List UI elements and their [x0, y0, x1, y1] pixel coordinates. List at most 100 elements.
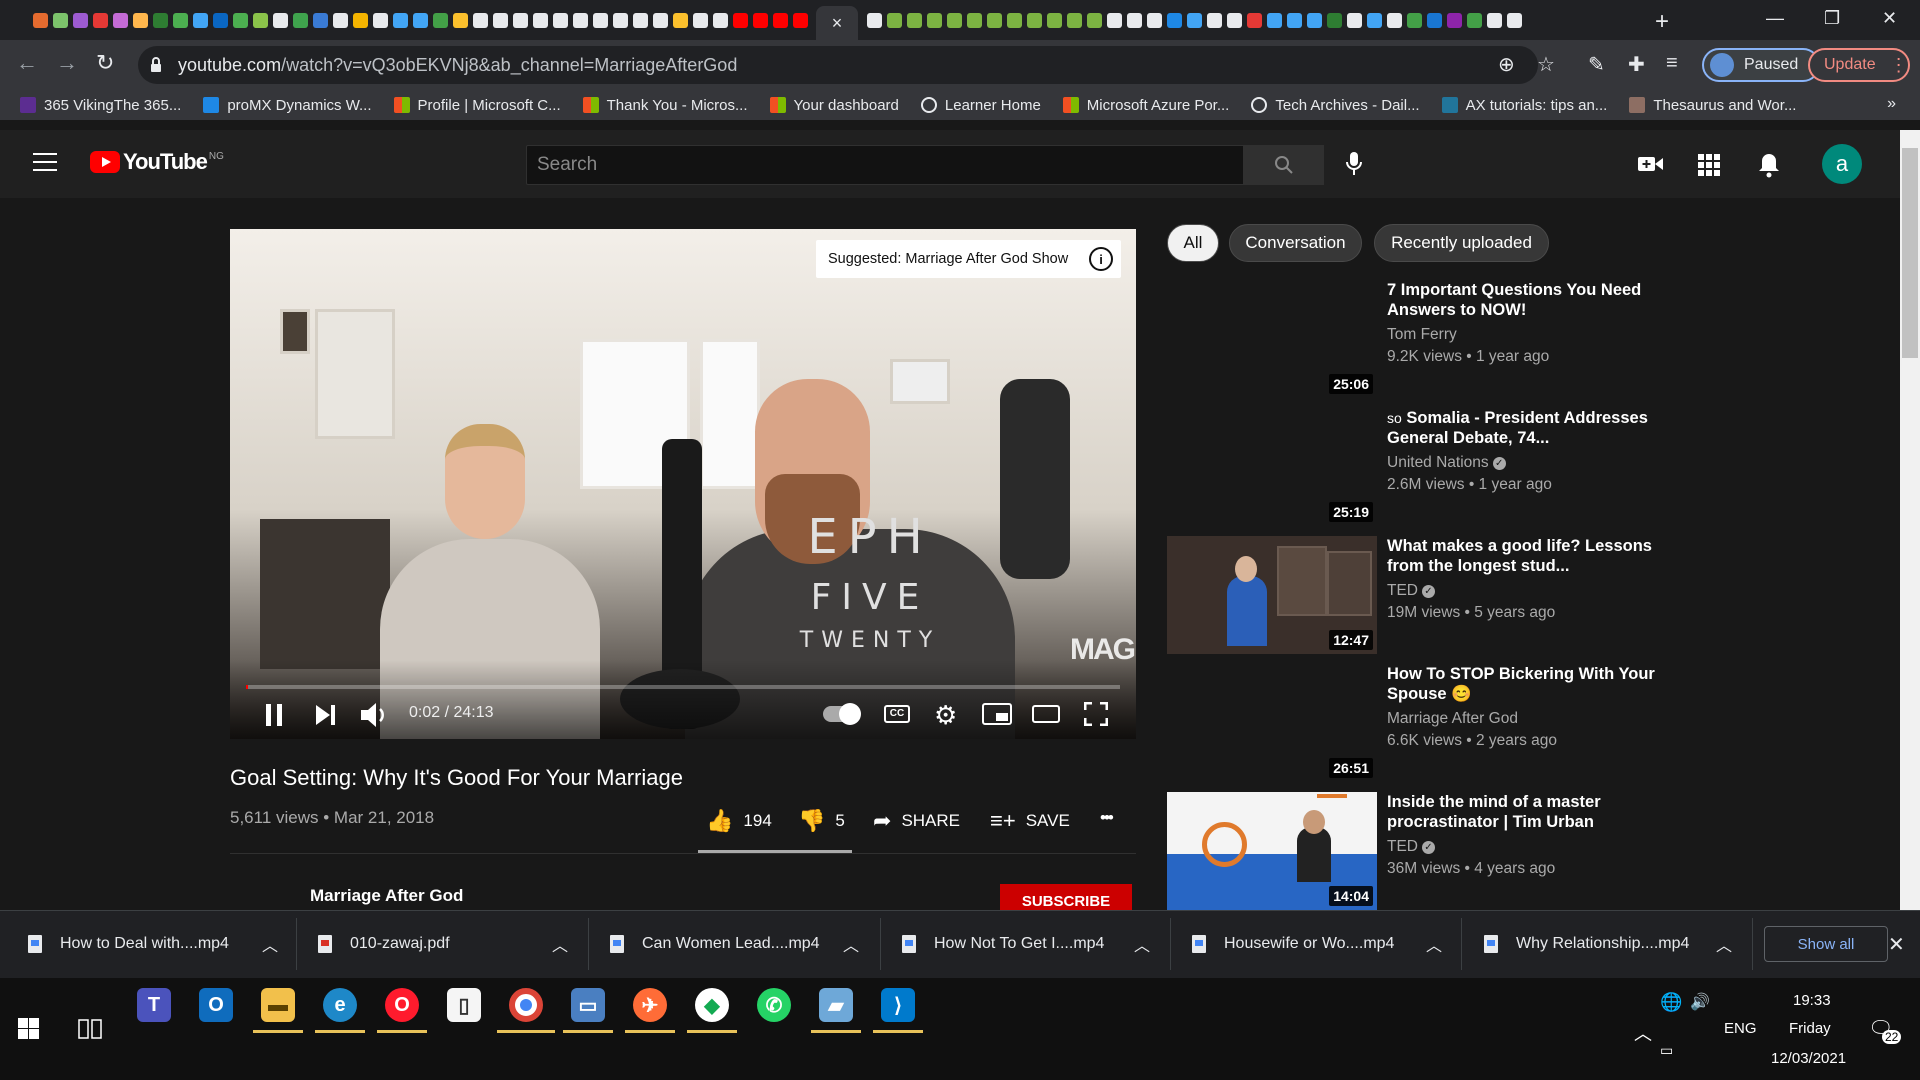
tab-favicon-icon[interactable] [1366, 12, 1382, 28]
tab-favicon-icon[interactable] [1326, 12, 1342, 28]
scrollbar-thumb[interactable] [1902, 148, 1918, 358]
video-thumbnail[interactable]: 25:06 [1167, 280, 1377, 398]
tab-favicon-icon[interactable] [192, 12, 208, 28]
download-options-button[interactable]: ︿ [1716, 910, 1732, 978]
close-downloads-icon[interactable]: ✕ [1888, 932, 1905, 957]
opera-icon[interactable]: O [385, 988, 419, 1022]
extensions-icon[interactable]: ✚ [1628, 52, 1645, 77]
chip-recently-uploaded[interactable]: Recently uploaded [1374, 224, 1549, 262]
minimize-button[interactable]: — [1766, 8, 1784, 29]
tab-favicon-icon[interactable] [1066, 12, 1082, 28]
download-item[interactable]: Why Relationship....mp4 [1484, 910, 1689, 978]
search-button[interactable] [1244, 145, 1324, 185]
apps-grid-icon[interactable] [1698, 154, 1720, 176]
add-page-icon[interactable]: ⊕ [1498, 52, 1515, 77]
recommendation-channel[interactable]: Marriage After God [1387, 710, 1518, 728]
tray-overflow-chevron-icon[interactable]: ︿ [1634, 1020, 1652, 1046]
reading-list-icon[interactable]: ≡ [1666, 52, 1678, 75]
tab-favicon-icon[interactable] [1386, 12, 1402, 28]
save-button[interactable]: ≡+ SAVE [990, 808, 1070, 834]
remote-desktop-icon[interactable]: ▭ [571, 988, 605, 1022]
download-item[interactable]: How Not To Get I....mp4 [902, 910, 1104, 978]
recommendation-title[interactable]: 7 Important Questions You Need Answers t… [1387, 280, 1657, 320]
recommendation-item[interactable]: 14:04 Inside the mind of a master procra… [1167, 792, 1667, 910]
tab-favicon-icon[interactable] [392, 12, 408, 28]
tab-favicon-icon[interactable] [866, 12, 882, 28]
tab-favicon-icon[interactable] [52, 12, 68, 28]
tab-favicon-icon[interactable] [1186, 12, 1202, 28]
tab-favicon-icon[interactable] [452, 12, 468, 28]
tab-favicon-icon[interactable] [1106, 12, 1122, 28]
tab-favicon-icon[interactable] [966, 12, 982, 28]
recommendation-item[interactable]: 25:06 7 Important Questions You Need Ans… [1167, 280, 1667, 398]
chip-conversation[interactable]: Conversation [1229, 224, 1362, 262]
tab-favicon-icon[interactable] [132, 12, 148, 28]
channel-name[interactable]: Marriage After God [310, 886, 463, 906]
download-options-button[interactable]: ︿ [1426, 910, 1442, 978]
tab-favicon-icon[interactable] [1166, 12, 1182, 28]
tab-favicon-icon[interactable] [772, 12, 788, 28]
edge-icon[interactable]: e [323, 988, 357, 1022]
tab-favicon-icon[interactable] [332, 12, 348, 28]
tab-favicon-icon[interactable] [1426, 12, 1442, 28]
tab-favicon-icon[interactable] [172, 12, 188, 28]
tab-favicon-icon[interactable] [1006, 12, 1022, 28]
download-item[interactable]: Housewife or Wo....mp4 [1192, 910, 1394, 978]
notepad-icon[interactable]: ▯ [447, 988, 481, 1022]
download-options-button[interactable]: ︿ [552, 910, 568, 978]
subscribe-button[interactable]: SUBSCRIBE [1000, 884, 1132, 910]
url-text[interactable]: youtube.com/watch?v=vQ3obEKVNj8&ab_chann… [178, 55, 737, 76]
download-item[interactable]: 010-zawaj.pdf [318, 910, 450, 978]
tab-favicon-icon[interactable] [986, 12, 1002, 28]
bookmark-item[interactable]: Tech Archives - Dail... [1251, 97, 1420, 114]
reload-icon[interactable]: ↻ [96, 50, 114, 76]
profile-paused-button[interactable]: Paused [1702, 48, 1820, 82]
tab-favicon-icon[interactable] [532, 12, 548, 28]
download-options-button[interactable]: ︿ [843, 910, 859, 978]
bookmark-item[interactable]: Profile | Microsoft C... [393, 97, 561, 114]
lock-icon[interactable] [150, 57, 162, 73]
pause-icon[interactable] [264, 704, 284, 726]
whatsapp-icon[interactable]: ✆ [757, 988, 791, 1022]
dislike-button[interactable]: 👎 5 [798, 808, 845, 834]
tab-favicon-icon[interactable] [752, 12, 768, 28]
tab-favicon-icon[interactable] [1446, 12, 1462, 28]
tab-favicon-icon[interactable] [612, 12, 628, 28]
volume-icon[interactable] [361, 702, 389, 728]
tab-favicon-icon[interactable] [512, 12, 528, 28]
bookmark-item[interactable]: Thesaurus and Wor... [1629, 97, 1796, 114]
tab-favicon-icon[interactable] [1466, 12, 1482, 28]
tab-favicon-icon[interactable] [1306, 12, 1322, 28]
forward-arrow-icon[interactable]: → [56, 50, 78, 76]
tab-favicon-icon[interactable] [592, 12, 608, 28]
tab-favicon-icon[interactable] [92, 12, 108, 28]
tab-favicon-icon[interactable] [1046, 12, 1062, 28]
tab-favicon-icon[interactable] [692, 12, 708, 28]
tab-favicon-icon[interactable] [32, 12, 48, 28]
tab-favicon-icon[interactable] [1246, 12, 1262, 28]
menu-hamburger-icon[interactable] [33, 153, 57, 171]
tab-favicon-icon[interactable] [352, 12, 368, 28]
outlook-icon[interactable]: O [199, 988, 233, 1022]
recommendation-channel[interactable]: United Nations ✓ [1387, 454, 1506, 472]
microphone-icon[interactable] [1345, 151, 1363, 177]
tab-favicon-icon[interactable] [792, 12, 808, 28]
recommendation-item[interactable]: 25:19 so Somalia - President Addresses G… [1167, 408, 1667, 526]
search-input[interactable] [527, 146, 1243, 184]
close-window-button[interactable]: ✕ [1882, 8, 1897, 29]
bookmark-item[interactable]: Learner Home [920, 97, 1041, 114]
tab-favicon-icon[interactable] [112, 12, 128, 28]
tab-favicon-icon[interactable] [1286, 12, 1302, 28]
bookmark-item[interactable]: 365 VikingThe 365... [20, 97, 181, 114]
azure-data-studio-icon[interactable]: ▰ [819, 988, 853, 1022]
tab-favicon-icon[interactable] [472, 12, 488, 28]
tab-favicon-icon[interactable] [1406, 12, 1422, 28]
recommendation-item[interactable]: 12:47 What makes a good life? Lessons fr… [1167, 536, 1667, 654]
share-button[interactable]: ➦ SHARE [873, 808, 960, 834]
tab-favicon-icon[interactable] [152, 12, 168, 28]
teams-icon[interactable]: T [137, 988, 171, 1022]
tab-favicon-icon[interactable] [906, 12, 922, 28]
tab-favicon-icon[interactable] [632, 12, 648, 28]
tab-favicons-right[interactable] [864, 0, 1524, 40]
tab-favicon-icon[interactable] [272, 12, 288, 28]
